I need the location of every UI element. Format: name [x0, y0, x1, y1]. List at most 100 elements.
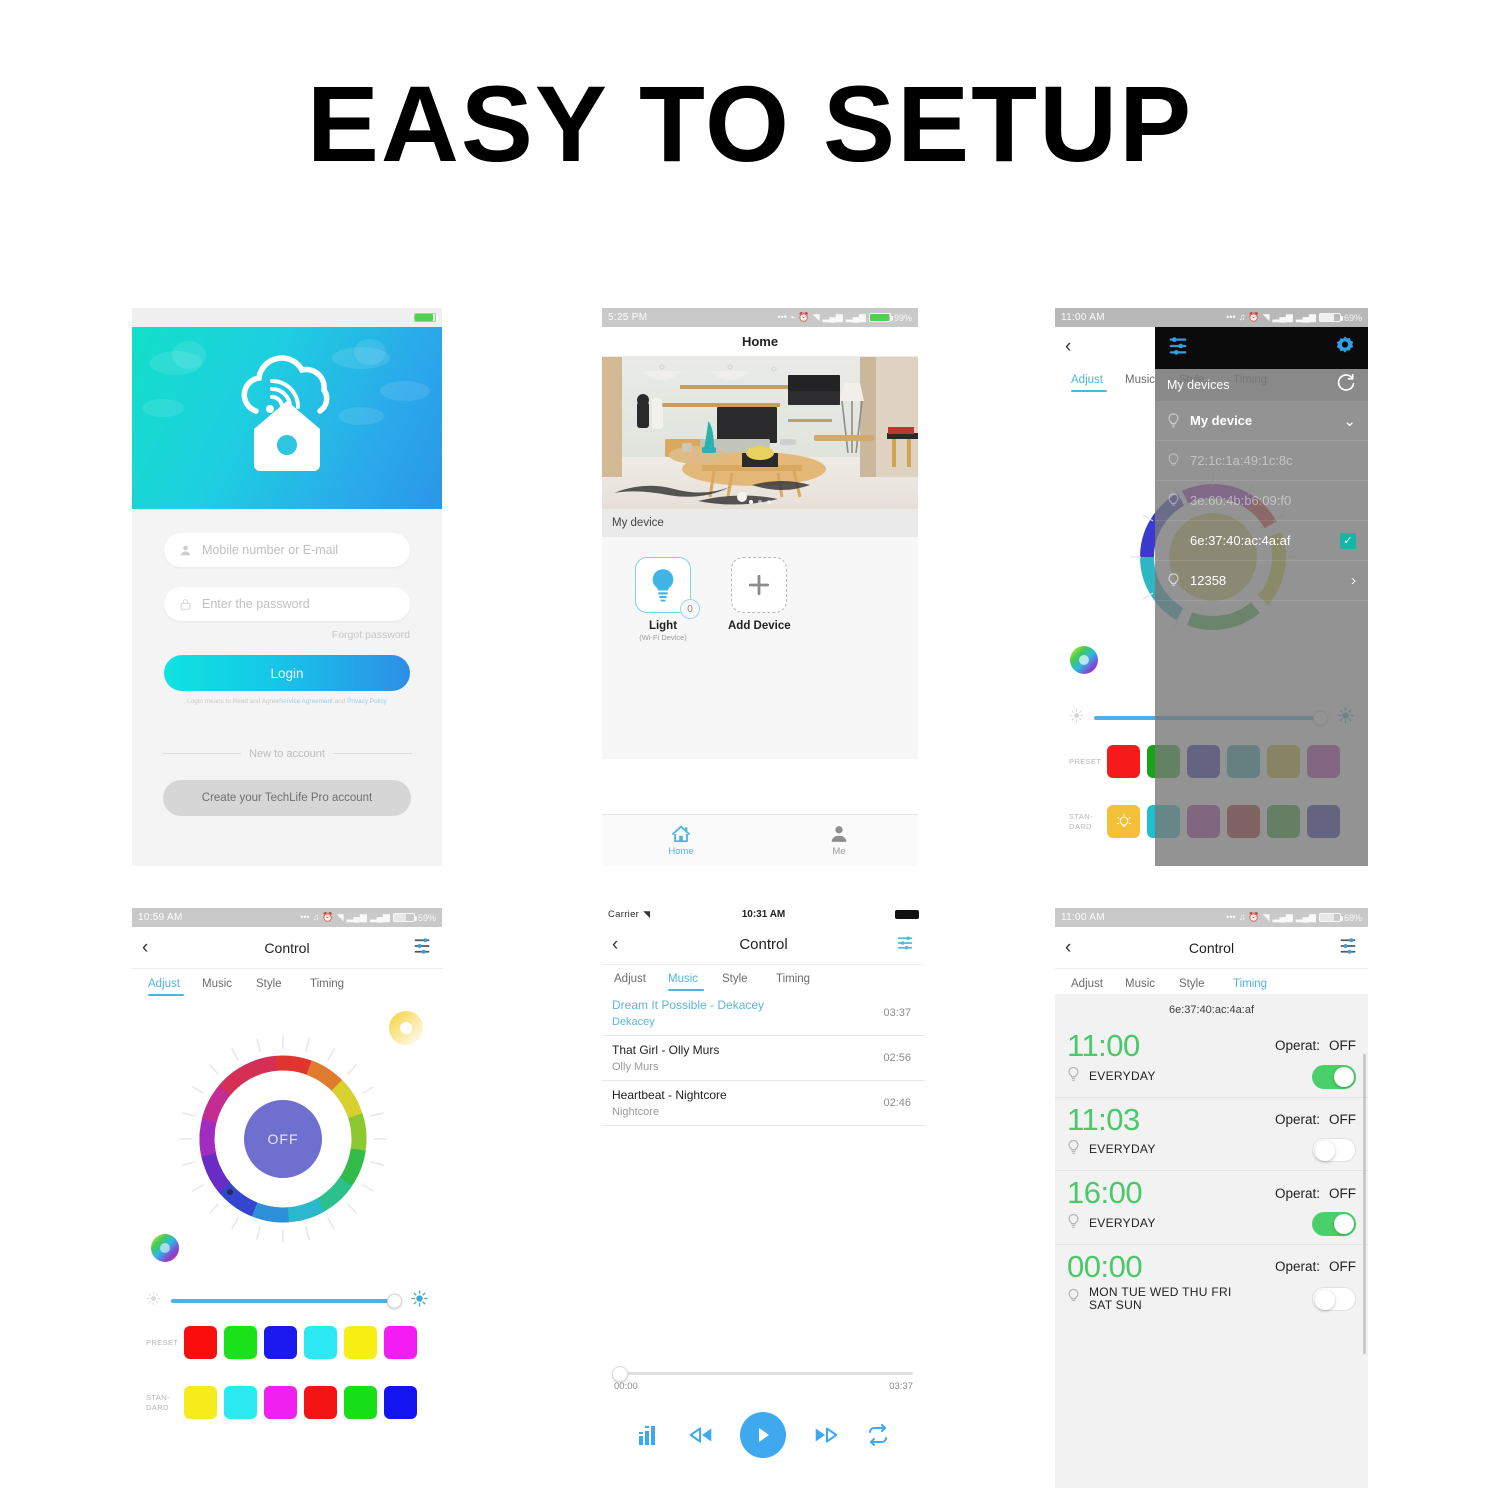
standard-swatch[interactable] — [304, 1386, 337, 1419]
service-agreement-link[interactable]: Service Agreement — [279, 698, 333, 705]
wifi-icon: ◥ — [336, 912, 344, 922]
forgot-password-link[interactable]: Forgot password — [164, 629, 410, 641]
battery-label: 99% — [893, 312, 912, 323]
color-ring-control[interactable]: OFF — [178, 1034, 388, 1244]
standard-swatch[interactable] — [384, 1386, 417, 1419]
password-placeholder: Enter the password — [202, 597, 310, 611]
tab-home[interactable]: Home — [602, 815, 760, 866]
standard-swatch[interactable] — [264, 1386, 297, 1419]
preset-label: PRESET — [1069, 756, 1102, 766]
tab-adjust[interactable]: Adjust — [614, 973, 668, 993]
warm-white-button[interactable] — [388, 1010, 424, 1051]
drawer-item-device[interactable]: 72:1c:1a:49:1c:8c — [1155, 441, 1368, 481]
timer-toggle[interactable] — [1312, 1211, 1356, 1236]
standard-swatch[interactable] — [184, 1386, 217, 1419]
password-field[interactable]: Enter the password — [164, 587, 410, 621]
preset-swatch[interactable] — [304, 1326, 337, 1359]
fast-forward-icon[interactable] — [812, 1425, 840, 1445]
sliders-icon[interactable] — [1167, 336, 1189, 361]
back-button[interactable]: ‹ — [142, 938, 148, 957]
chevron-right-icon[interactable]: › — [1351, 572, 1356, 589]
signal-icon: ▂▄▆ — [822, 312, 843, 322]
my-device-section-label: My device — [602, 509, 918, 537]
scrollbar[interactable] — [1363, 1054, 1366, 1354]
sliders-icon[interactable] — [895, 935, 915, 954]
equalizer-icon[interactable] — [637, 1423, 661, 1447]
timer-toggle[interactable] — [1312, 1138, 1356, 1163]
color-wheel-icon — [151, 1234, 179, 1262]
timer-toggle[interactable] — [1312, 1287, 1356, 1312]
back-button[interactable]: ‹ — [612, 935, 618, 954]
brightness-slider[interactable] — [171, 1293, 402, 1309]
table-row[interactable]: 11:00 Operat: OFF EVERYDAY — [1055, 1024, 1368, 1097]
repeat-icon[interactable] — [866, 1424, 890, 1446]
standard-swatch[interactable] — [224, 1386, 257, 1419]
sliders-icon[interactable] — [412, 937, 432, 958]
check-icon[interactable]: ✓ — [1340, 532, 1356, 549]
drawer-item-label: 3e:60:4b:b6:09:f0 — [1190, 493, 1292, 508]
account-field[interactable]: Mobile number or E-mail — [164, 533, 410, 567]
color-wheel-icon — [1070, 646, 1098, 674]
device-cell-add[interactable]: Add Device — [728, 557, 791, 759]
timer-toggle[interactable] — [1312, 1064, 1356, 1089]
tab-music[interactable]: Music — [202, 978, 256, 998]
preset-swatch[interactable] — [384, 1326, 417, 1359]
privacy-policy-link[interactable]: Privacy Policy — [347, 698, 387, 705]
back-button[interactable]: ‹ — [1065, 938, 1071, 957]
progress-slider[interactable] — [612, 1365, 913, 1382]
play-button[interactable] — [740, 1412, 787, 1458]
tab-me[interactable]: Me — [760, 815, 918, 866]
preset-swatch[interactable] — [184, 1326, 217, 1359]
progress-knob[interactable] — [612, 1365, 628, 1382]
bulb-icon — [1167, 412, 1180, 429]
back-button[interactable]: ‹ — [1065, 337, 1071, 356]
tab-style[interactable]: Style — [256, 978, 310, 998]
chevron-down-icon[interactable]: ⌄ — [1343, 412, 1356, 430]
list-item[interactable]: Heartbeat - Nightcore Nightcore 02:46 — [602, 1081, 925, 1126]
table-row[interactable]: 11:03 Operat: OFF EVERYDAY — [1055, 1096, 1368, 1171]
drawer-item-device[interactable]: 12358 › — [1155, 561, 1368, 601]
device-cell-light[interactable]: 0 Light (Wi-Fi Device) — [632, 557, 700, 759]
light-tile[interactable]: 0 — [635, 557, 700, 619]
playback-progress: 00:00 03:37 — [602, 1365, 925, 1392]
drawer-item-group[interactable]: My device ⌄ — [1155, 401, 1368, 441]
table-row[interactable]: 00:00 Operat: OFF MON TUE WED THU FRI SA… — [1055, 1243, 1368, 1322]
signal2-icon: ▂▄▆ — [1295, 912, 1316, 922]
list-item[interactable]: Dream It Possible - Dekacey Dekacey 03:3… — [602, 991, 925, 1036]
tab-adjust[interactable]: Adjust — [1071, 374, 1125, 394]
login-button[interactable]: Login — [164, 655, 410, 691]
standard-swatch[interactable] — [1107, 805, 1140, 838]
list-item[interactable]: That Girl - Olly Murs Olly Murs 02:56 — [602, 1036, 925, 1081]
standard-swatch[interactable] — [344, 1386, 377, 1419]
song-list: Dream It Possible - Dekacey Dekacey 03:3… — [602, 991, 925, 1126]
create-account-button[interactable]: Create your TechLife Pro account — [163, 779, 411, 816]
brightness-high-icon — [411, 1290, 428, 1312]
power-toggle-button[interactable]: OFF — [244, 1100, 322, 1178]
add-device-tile[interactable] — [731, 557, 787, 613]
rewind-icon[interactable] — [687, 1425, 715, 1445]
drawer-item-device-selected[interactable]: 6e:37:40:ac:4a:af ✓ — [1155, 521, 1368, 561]
agreement-prefix: Login means to Read and Agree — [187, 698, 279, 705]
carousel-dots[interactable] — [602, 500, 918, 504]
preset-swatch[interactable] — [224, 1326, 257, 1359]
gear-icon[interactable] — [1334, 335, 1356, 362]
tab-adjust[interactable]: Adjust — [148, 978, 202, 998]
drawer-item-device[interactable]: 3e:60:4b:b6:09:f0 — [1155, 481, 1368, 521]
standard-label: STAN- DARD — [146, 1393, 170, 1412]
sliders-icon[interactable] — [1338, 937, 1358, 958]
tab-style[interactable]: Style — [722, 973, 776, 993]
brightness-knob[interactable] — [387, 1293, 402, 1309]
tab-timing[interactable]: Timing — [776, 973, 830, 993]
alarm-icon: ⏰ — [798, 312, 810, 322]
refresh-icon[interactable] — [1336, 373, 1356, 398]
table-row[interactable]: 16:00 Operat: OFF EVERYDAY — [1055, 1170, 1368, 1244]
preset-swatch[interactable] — [1107, 745, 1140, 778]
color-wheel-button[interactable] — [150, 1233, 180, 1268]
tab-music[interactable]: Music — [668, 973, 722, 993]
standard-colors-row: STAN- DARD — [132, 1386, 442, 1419]
wifi-icon: ◥ — [812, 312, 820, 322]
tab-timing[interactable]: Timing — [310, 978, 364, 998]
preset-swatch[interactable] — [344, 1326, 377, 1359]
color-wheel-button[interactable] — [1069, 645, 1099, 680]
preset-swatch[interactable] — [264, 1326, 297, 1359]
